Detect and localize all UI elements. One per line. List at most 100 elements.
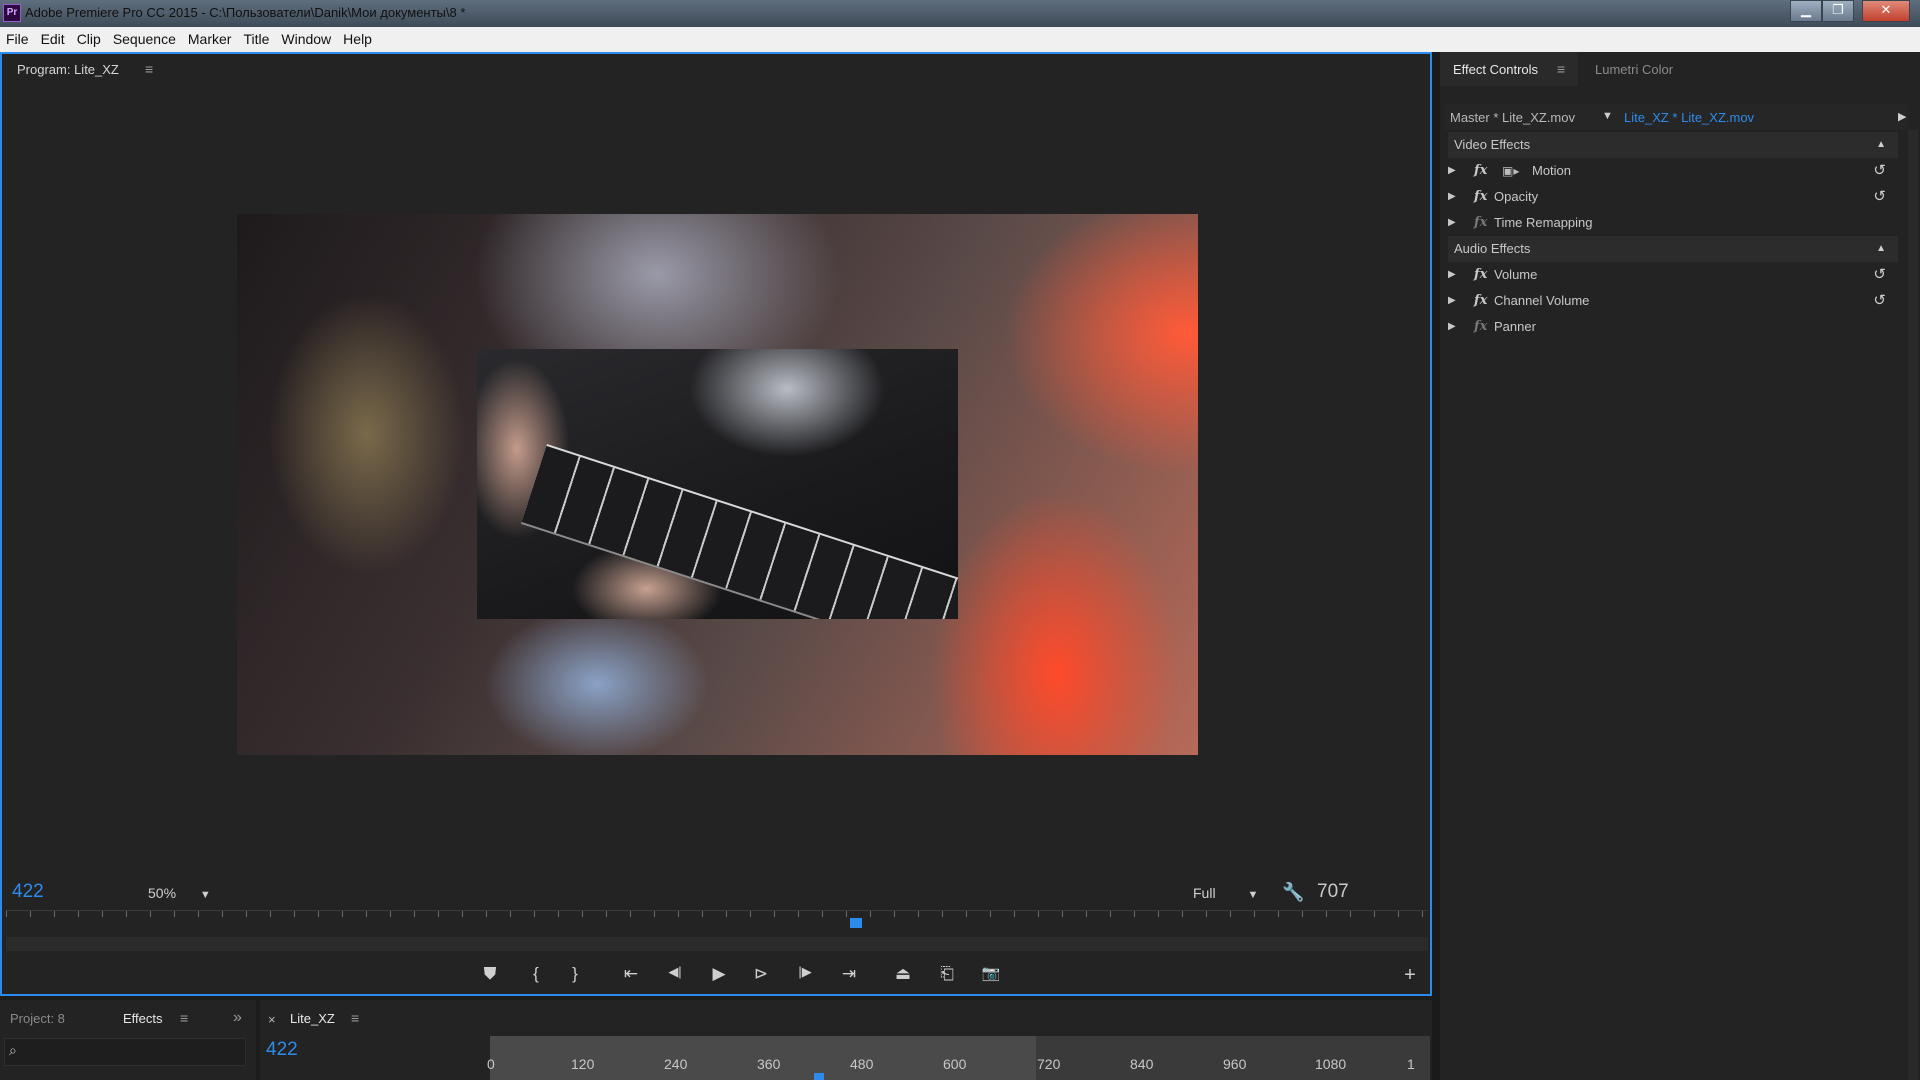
reset-icon[interactable]: ↺	[1873, 262, 1886, 288]
expand-triangle-icon[interactable]: ▶	[1448, 262, 1456, 288]
ruler-tick-label: 480	[850, 1056, 874, 1072]
ruler-tick-label: 1080	[1315, 1056, 1347, 1072]
ruler-tick-label: 120	[571, 1056, 595, 1072]
expand-triangle-icon[interactable]: ▶	[1448, 158, 1456, 184]
timeline-timecode[interactable]: 422	[266, 1039, 298, 1061]
expand-triangle-icon[interactable]: ▶	[1448, 288, 1456, 314]
minimize-button[interactable]: ▁	[1790, 0, 1822, 22]
effect-label: Time Remapping	[1494, 215, 1593, 230]
guitar-neck-image	[521, 444, 958, 619]
menu-title[interactable]: Title	[237, 27, 275, 52]
step-back-icon[interactable]: ◀|	[662, 964, 688, 980]
master-clip-label[interactable]: Master * Lite_XZ.mov	[1450, 110, 1575, 125]
extract-icon[interactable]: ⎗	[934, 964, 960, 984]
menu-file[interactable]: File	[0, 27, 35, 52]
wrench-icon[interactable]: 🔧	[1282, 882, 1304, 903]
picture-in-picture-clip[interactable]	[477, 349, 958, 619]
effect-controls-scrollbar[interactable]	[1908, 130, 1918, 1080]
reset-icon[interactable]: ↺	[1873, 288, 1886, 314]
go-to-in-icon[interactable]: ⇤	[618, 964, 644, 984]
tab-lumetri-color[interactable]: Lumetri Color	[1595, 62, 1673, 77]
audio-effects-header[interactable]: Audio Effects ▲	[1448, 236, 1898, 262]
expand-triangle-icon[interactable]: ▶	[1448, 314, 1456, 340]
effect-row-channel-volume[interactable]: ▶ fx Channel Volume ↺	[1448, 288, 1898, 314]
chevron-down-icon[interactable]: ▼	[1602, 110, 1613, 122]
effect-row-panner[interactable]: ▶ fx Panner	[1448, 314, 1898, 340]
ruler-tick-label: 600	[943, 1056, 967, 1072]
search-icon: ⌕	[9, 1042, 17, 1058]
program-video-frame	[237, 214, 1198, 755]
playhead-timecode[interactable]: 422	[12, 881, 44, 903]
overflow-chevrons-icon[interactable]: »	[233, 1009, 242, 1027]
ruler-tick-label: 720	[1037, 1056, 1061, 1072]
zoom-scroll-bar[interactable]	[6, 937, 1428, 951]
menu-marker[interactable]: Marker	[182, 27, 238, 52]
close-sequence-icon[interactable]: ×	[268, 1012, 276, 1027]
tab-effects[interactable]: Effects	[123, 1011, 163, 1026]
menu-sequence[interactable]: Sequence	[107, 27, 182, 52]
timeline-playhead[interactable]	[814, 1073, 824, 1080]
panel-menu-icon[interactable]: ≡	[145, 61, 153, 77]
expand-triangle-icon[interactable]: ▶	[1448, 210, 1456, 236]
duration-timecode: 707	[1317, 881, 1349, 902]
menu-edit[interactable]: Edit	[35, 27, 71, 52]
collapse-up-icon[interactable]: ▲	[1876, 132, 1886, 158]
play-icon[interactable]: ▶	[706, 964, 732, 984]
program-monitor-tab[interactable]: Program: Lite_XZ	[17, 62, 119, 77]
menu-window[interactable]: Window	[275, 27, 337, 52]
effects-search-input[interactable]: ⌕	[4, 1038, 246, 1066]
tab-sequence-lite-xz[interactable]: Lite_XZ	[290, 1011, 335, 1026]
fx-toggle-icon: fx	[1474, 319, 1488, 334]
fx-toggle-icon[interactable]: fx	[1474, 184, 1487, 210]
reset-icon[interactable]: ↺	[1873, 184, 1886, 210]
effect-label: Volume	[1494, 267, 1538, 282]
collapse-up-icon[interactable]: ▲	[1876, 236, 1886, 262]
premiere-app-icon: Pr	[3, 4, 21, 22]
maximize-button[interactable]: ❐	[1822, 0, 1854, 22]
effect-row-motion[interactable]: ▶ fx ▣▸ Motion ↺	[1448, 158, 1898, 184]
effect-row-opacity[interactable]: ▶ fx Opacity ↺	[1448, 184, 1898, 210]
ruler-tick-label: 960	[1223, 1056, 1247, 1072]
mark-out-icon[interactable]: }	[562, 964, 588, 984]
monitor-time-ruler[interactable]	[6, 910, 1428, 938]
button-editor-add-button[interactable]: +	[1397, 964, 1423, 987]
expand-triangle-icon[interactable]: ▶	[1448, 184, 1456, 210]
chevron-down-icon: ▼	[199, 889, 211, 901]
zoom-select[interactable]: 50% ▼	[148, 885, 211, 901]
step-forward-icon[interactable]: |▶	[792, 964, 818, 980]
effect-list: Video Effects ▲ ▶ fx ▣▸ Motion ↺ ▶ fx Op…	[1448, 132, 1898, 340]
playhead-marker[interactable]	[850, 918, 862, 928]
panel-menu-icon[interactable]: ≡	[1557, 61, 1565, 77]
reset-icon[interactable]: ↺	[1873, 158, 1886, 184]
sequence-clip-label[interactable]: Lite_XZ * Lite_XZ.mov	[1624, 110, 1754, 125]
effect-row-volume[interactable]: ▶ fx Volume ↺	[1448, 262, 1898, 288]
mark-in-icon[interactable]: {	[523, 964, 549, 984]
menu-help[interactable]: Help	[337, 27, 378, 52]
effect-label: Opacity	[1494, 189, 1539, 204]
close-button[interactable]: ✕	[1862, 0, 1910, 22]
ruler-tick-label: 840	[1130, 1056, 1154, 1072]
effect-label: Panner	[1494, 319, 1536, 334]
video-effects-header[interactable]: Video Effects ▲	[1448, 132, 1898, 158]
panel-menu-icon[interactable]: ≡	[180, 1010, 188, 1026]
ruler-tick-label: 240	[664, 1056, 688, 1072]
export-frame-icon[interactable]: 📷	[978, 964, 1004, 982]
panel-menu-icon[interactable]: ≡	[351, 1010, 359, 1026]
go-to-out-icon[interactable]: ⇥	[836, 964, 862, 984]
effect-row-time-remapping[interactable]: ▶ fx Time Remapping	[1448, 210, 1898, 236]
ruler-tick-label: 360	[757, 1056, 781, 1072]
fx-toggle-icon[interactable]: fx	[1474, 288, 1487, 314]
add-marker-icon[interactable]: ⛊	[477, 964, 503, 984]
fx-toggle-icon[interactable]: fx	[1474, 262, 1487, 288]
play-in-to-out-icon[interactable]: ⊳	[748, 964, 774, 984]
playback-resolution-select[interactable]: Full ▼	[1193, 885, 1258, 901]
panel-divider[interactable]	[1432, 52, 1440, 1080]
menu-clip[interactable]: Clip	[71, 27, 107, 52]
tab-effect-controls[interactable]: Effect Controls	[1453, 62, 1538, 77]
chevron-right-icon[interactable]: ▶	[1898, 110, 1906, 123]
project-effects-panel: Project: 8 Effects ≡ » ⌕	[0, 1000, 256, 1080]
lift-icon[interactable]: ⏏	[890, 964, 916, 984]
fx-toggle-icon[interactable]: fx	[1474, 158, 1487, 184]
tab-project[interactable]: Project: 8	[10, 1011, 65, 1026]
transform-icon[interactable]: ▣▸	[1502, 158, 1519, 184]
